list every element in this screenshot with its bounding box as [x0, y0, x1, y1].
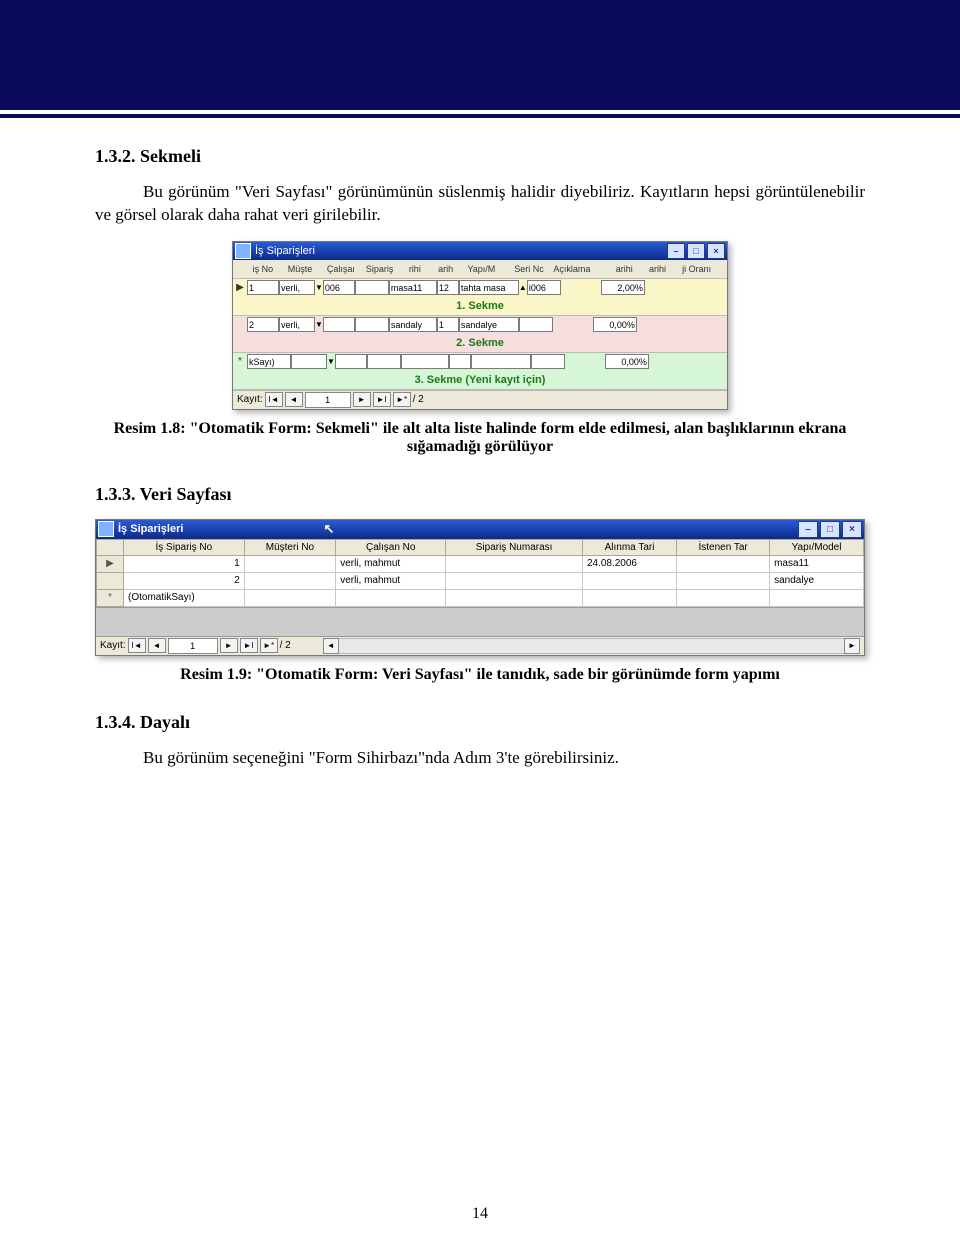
tab-label-3: 3. Sekme (Yeni kayıt için) [233, 371, 727, 389]
tarih-input[interactable] [519, 317, 553, 332]
table-empty-area [96, 607, 864, 636]
maximize-button[interactable]: □ [820, 521, 840, 538]
calisan-input[interactable] [323, 280, 355, 295]
nav-new-button[interactable]: ►* [393, 392, 411, 407]
seri-input[interactable] [449, 354, 471, 369]
nav-prev-button[interactable]: ◄ [285, 392, 303, 407]
header-band [0, 0, 960, 110]
row-marker: ▶ [97, 555, 124, 572]
scroll-right-button[interactable]: ► [844, 638, 860, 654]
musteri-input[interactable] [291, 354, 327, 369]
calisan-input[interactable] [323, 317, 355, 332]
isno-input[interactable] [247, 280, 279, 295]
figure-1-window: İş Siparişleri – □ × iş No Müşte Çalışaı… [232, 241, 728, 410]
page-number: 14 [0, 1205, 960, 1223]
tab-label-2: 2. Sekme [233, 334, 727, 352]
siparis-input[interactable] [355, 317, 389, 332]
section-paragraph-3: Bu görünüm seçeneğini "Form Sihirbazı"nd… [95, 747, 865, 770]
table-row[interactable]: * (OtomatikSayı) [97, 589, 864, 606]
yapi-input[interactable] [389, 317, 437, 332]
tarih-input[interactable] [531, 354, 565, 369]
tab-row-3[interactable]: * ▼ 3. Sekme (Yeni kayıt i [233, 353, 727, 390]
musteri-input[interactable] [279, 280, 315, 295]
column-headers: iş No Müşte Çalışaı Sipariş rihi arih Ya… [233, 260, 727, 279]
nav-next-button[interactable]: ► [220, 638, 238, 653]
musteri-input[interactable] [279, 317, 315, 332]
row-marker-new: * [97, 589, 124, 606]
nav-first-button[interactable]: I◄ [128, 638, 146, 653]
row-marker: ▶ [233, 282, 247, 293]
siparis-input[interactable] [355, 280, 389, 295]
figure-2-window: İş Siparişleri ↖ – □ × İş Sipariş No Müş… [95, 519, 865, 656]
section-heading-1: 1.3.2. Sekmeli [95, 146, 865, 167]
tab-row-1[interactable]: ▶ ▼ ▲ 1. Sekme [233, 279, 727, 316]
tarih-input[interactable] [527, 280, 561, 295]
nav-position-input[interactable] [168, 638, 218, 654]
row-marker-new: * [233, 356, 247, 367]
nav-last-button[interactable]: ►I [240, 638, 258, 653]
seri-input[interactable] [437, 317, 459, 332]
nav-total: / 2 [280, 640, 291, 651]
nav-label: Kayıt: [237, 394, 263, 405]
nav-last-button[interactable]: ►I [373, 392, 391, 407]
yapi-input[interactable] [389, 280, 437, 295]
record-navigator: Kayıt: I◄ ◄ ► ►I ►* / 2 [233, 390, 727, 409]
oran-input[interactable] [601, 280, 645, 295]
siparis-input[interactable] [367, 354, 401, 369]
window-title: İş Siparişleri [118, 523, 183, 535]
aciklama-input[interactable] [459, 317, 519, 332]
horizontal-scrollbar[interactable]: ◄ ► [323, 639, 860, 653]
aciklama-input[interactable] [459, 280, 519, 295]
section-heading-3: 1.3.4. Dayalı [95, 712, 865, 733]
table-row[interactable]: 2verli, mahmutsandalye [97, 572, 864, 589]
nav-next-button[interactable]: ► [353, 392, 371, 407]
oran-input[interactable] [593, 317, 637, 332]
window-titlebar[interactable]: İş Siparişleri ↖ – □ × [96, 520, 864, 539]
figure-2-caption: Resim 1.9: "Otomatik Form: Veri Sayfası"… [95, 666, 865, 684]
window-titlebar[interactable]: İş Siparişleri – □ × [233, 242, 727, 260]
section-heading-2: 1.3.3. Veri Sayfası [95, 484, 865, 505]
seri-input[interactable] [437, 280, 459, 295]
close-button[interactable]: × [707, 243, 725, 259]
nav-label: Kayıt: [100, 640, 126, 651]
nav-prev-button[interactable]: ◄ [148, 638, 166, 653]
nav-first-button[interactable]: I◄ [265, 392, 283, 407]
nav-position-input[interactable] [305, 392, 351, 408]
oran-input[interactable] [605, 354, 649, 369]
table-header-row: İş Sipariş No Müşteri No Çalışan No Sipa… [97, 539, 864, 555]
minimize-button[interactable]: – [667, 243, 685, 259]
figure-1-caption: Resim 1.8: "Otomatik Form: Sekmeli" ile … [95, 420, 865, 456]
datasheet-table[interactable]: İş Sipariş No Müşteri No Çalışan No Sipa… [96, 539, 864, 607]
section-paragraph-1: Bu görünüm "Veri Sayfası" görünümünün sü… [95, 181, 865, 227]
row-marker [97, 572, 124, 589]
yapi-input[interactable] [401, 354, 449, 369]
cursor-icon: ↖ [323, 521, 334, 537]
record-navigator: Kayıt: I◄ ◄ ► ►I ►* / 2 ◄ ► [96, 636, 864, 655]
minimize-button[interactable]: – [798, 521, 818, 538]
isno-input[interactable] [247, 354, 291, 369]
table-row[interactable]: ▶ 1verli, mahmut24.08.2006masa11 [97, 555, 864, 572]
isno-input[interactable] [247, 317, 279, 332]
nav-new-button[interactable]: ►* [260, 638, 278, 653]
scroll-track[interactable] [339, 638, 844, 654]
nav-total: / 2 [413, 394, 424, 405]
tab-label-1: 1. Sekme [233, 297, 727, 315]
window-title: İş Siparişleri [255, 245, 315, 257]
app-icon [98, 521, 114, 537]
scroll-left-button[interactable]: ◄ [323, 638, 339, 654]
aciklama-input[interactable] [471, 354, 531, 369]
maximize-button[interactable]: □ [687, 243, 705, 259]
calisan-input[interactable] [335, 354, 367, 369]
tab-row-2[interactable]: ▼ 2. Sekme [233, 316, 727, 353]
app-icon [235, 243, 251, 259]
divider-accent [0, 114, 960, 118]
close-button[interactable]: × [842, 521, 862, 538]
